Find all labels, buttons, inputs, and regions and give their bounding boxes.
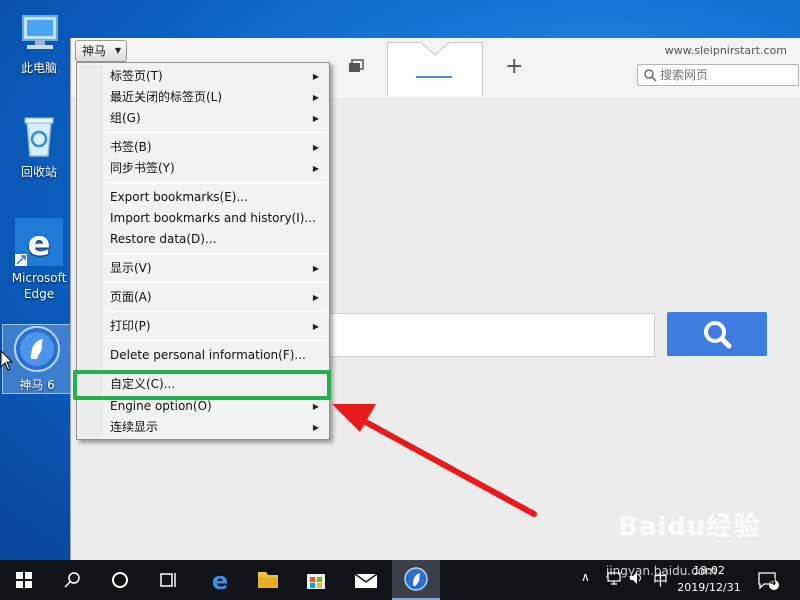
start-button[interactable] — [0, 560, 48, 600]
taskbar-edge[interactable]: e — [196, 560, 244, 600]
menu-item-continuous-display[interactable]: 连续显示 ▶ — [79, 417, 327, 438]
taskbar-search-button[interactable] — [48, 560, 96, 600]
recycle-bin-icon — [15, 112, 63, 160]
menu-item-label: 连续显示 — [110, 420, 159, 434]
desktop-icon-this-pc[interactable]: 此电脑 — [4, 8, 74, 76]
cortana-button[interactable] — [96, 560, 144, 600]
menu-item-label: Engine option(O) — [110, 399, 212, 413]
desktop-icon-label: 此电脑 — [20, 61, 57, 75]
main-search-button[interactable] — [667, 312, 767, 356]
menu-item-label: 页面(A) — [110, 290, 152, 304]
notification-count: 4 — [770, 578, 777, 588]
search-box[interactable] — [637, 64, 799, 86]
taskbar-store[interactable] — [292, 560, 340, 600]
menu-item-label: 书签(B) — [110, 140, 152, 154]
menu-separator — [105, 132, 327, 133]
folder-icon — [258, 572, 278, 588]
submenu-arrow-icon: ▶ — [312, 72, 319, 81]
menu-item-label: 最近关闭的标签页(L) — [110, 90, 223, 104]
submenu-arrow-icon: ▶ — [312, 143, 319, 152]
taskbar-mail[interactable] — [342, 560, 390, 600]
search-icon — [704, 321, 732, 349]
taskbar-shenma[interactable] — [392, 560, 440, 600]
menu-item-recently-closed[interactable]: 最近关闭的标签页(L) ▶ — [79, 87, 327, 108]
watermark-site: jingyan.baidu.com — [606, 564, 717, 578]
mouse-cursor-icon — [0, 349, 14, 372]
site-url: www.sleipnirstart.com — [664, 44, 787, 57]
taskbar-file-explorer[interactable] — [244, 560, 292, 600]
windows-logo-icon — [16, 572, 32, 588]
menu-item-label: Restore data(D)... — [110, 232, 217, 246]
notification-center-button[interactable]: 4 — [756, 568, 780, 592]
submenu-arrow-icon: ▶ — [312, 114, 319, 123]
submenu-arrow-icon: ▶ — [312, 93, 319, 102]
menu-item-label: Import bookmarks and history(I)... — [110, 211, 316, 225]
menu-item-label: Export bookmarks(E)... — [110, 190, 248, 204]
menu-item-export-bookmarks[interactable]: Export bookmarks(E)... — [79, 187, 327, 208]
menu-separator — [105, 311, 327, 312]
submenu-arrow-icon: ▶ — [312, 423, 319, 432]
shenma-browser-icon — [404, 567, 428, 591]
menu-item-import-bookmarks[interactable]: Import bookmarks and history(I)... — [79, 208, 327, 229]
main-search-input[interactable] — [325, 313, 655, 357]
svg-text:e: e — [27, 224, 50, 264]
desktop-icon-label: Microsoft Edge — [11, 271, 67, 301]
clock-date: 2019/12/31 — [677, 581, 741, 594]
tab-loading-bar — [416, 76, 452, 78]
menu-item-delete-personal-info[interactable]: Delete personal information(F)... — [79, 345, 327, 366]
computer-icon — [15, 8, 63, 56]
menu-item-tabs[interactable]: 标签页(T) ▶ — [79, 66, 327, 87]
submenu-arrow-icon: ▶ — [312, 264, 319, 273]
notification-icon — [758, 572, 779, 590]
new-tab-button[interactable]: + — [505, 54, 523, 79]
tab-notch-icon — [420, 42, 450, 56]
taskbar: e ∧ 中 18:02 2019/12/31 4 jingyan.baidu.c… — [0, 560, 800, 600]
menu-item-label: 标签页(T) — [110, 69, 163, 83]
active-tab[interactable] — [387, 42, 483, 96]
cortana-icon — [112, 572, 128, 588]
menu-item-page[interactable]: 页面(A) ▶ — [79, 287, 327, 308]
menu-item-bookmarks[interactable]: 书签(B) ▶ — [79, 137, 327, 158]
tab-group-icon[interactable] — [347, 58, 365, 76]
chevron-up-icon[interactable]: ∧ — [581, 570, 590, 584]
desktop-icon-edge[interactable]: e Microsoft Edge — [4, 218, 74, 302]
edge-icon: e — [212, 567, 228, 595]
menu-separator — [105, 340, 327, 341]
menu-item-label: 组(G) — [110, 111, 141, 125]
submenu-arrow-icon: ▶ — [312, 293, 319, 302]
menu-separator — [105, 282, 327, 283]
desktop-icon-label: 回收站 — [20, 165, 57, 179]
task-view-button[interactable] — [144, 560, 192, 600]
app-menu-label: 神马 — [82, 44, 107, 58]
edge-icon: e — [15, 218, 63, 266]
task-view-icon — [160, 573, 176, 587]
menu-item-label: 显示(V) — [110, 261, 152, 275]
app-menu-button[interactable]: 神马 ▼ — [75, 40, 127, 62]
store-icon — [307, 574, 325, 589]
menu-item-label: 打印(P) — [110, 319, 151, 333]
watermark-brand: Baidu经验 — [618, 512, 761, 542]
menu-item-view[interactable]: 显示(V) ▶ — [79, 258, 327, 279]
menu-separator — [105, 182, 327, 183]
menu-item-print[interactable]: 打印(P) ▶ — [79, 316, 327, 337]
caret-down-icon: ▼ — [114, 46, 121, 55]
desktop-icon-recycle-bin[interactable]: 回收站 — [4, 112, 74, 180]
search-icon — [644, 69, 657, 82]
highlight-box — [73, 370, 331, 400]
menu-item-label: Delete personal information(F)... — [110, 348, 306, 362]
menu-separator — [105, 253, 327, 254]
search-input[interactable] — [660, 66, 796, 84]
svg-text:e: e — [212, 567, 228, 595]
menu-item-label: 同步书签(Y) — [110, 161, 175, 175]
search-icon — [64, 572, 80, 588]
menu-item-restore-data[interactable]: Restore data(D)... — [79, 229, 327, 250]
submenu-arrow-icon: ▶ — [312, 164, 319, 173]
submenu-arrow-icon: ▶ — [312, 322, 319, 331]
desktop-icon-label: 神马 6 — [19, 378, 55, 392]
shenma-browser-icon — [13, 325, 61, 373]
menu-item-groups[interactable]: 组(G) ▶ — [79, 108, 327, 129]
menu-item-sync-bookmarks[interactable]: 同步书签(Y) ▶ — [79, 158, 327, 179]
mail-icon — [354, 573, 378, 588]
